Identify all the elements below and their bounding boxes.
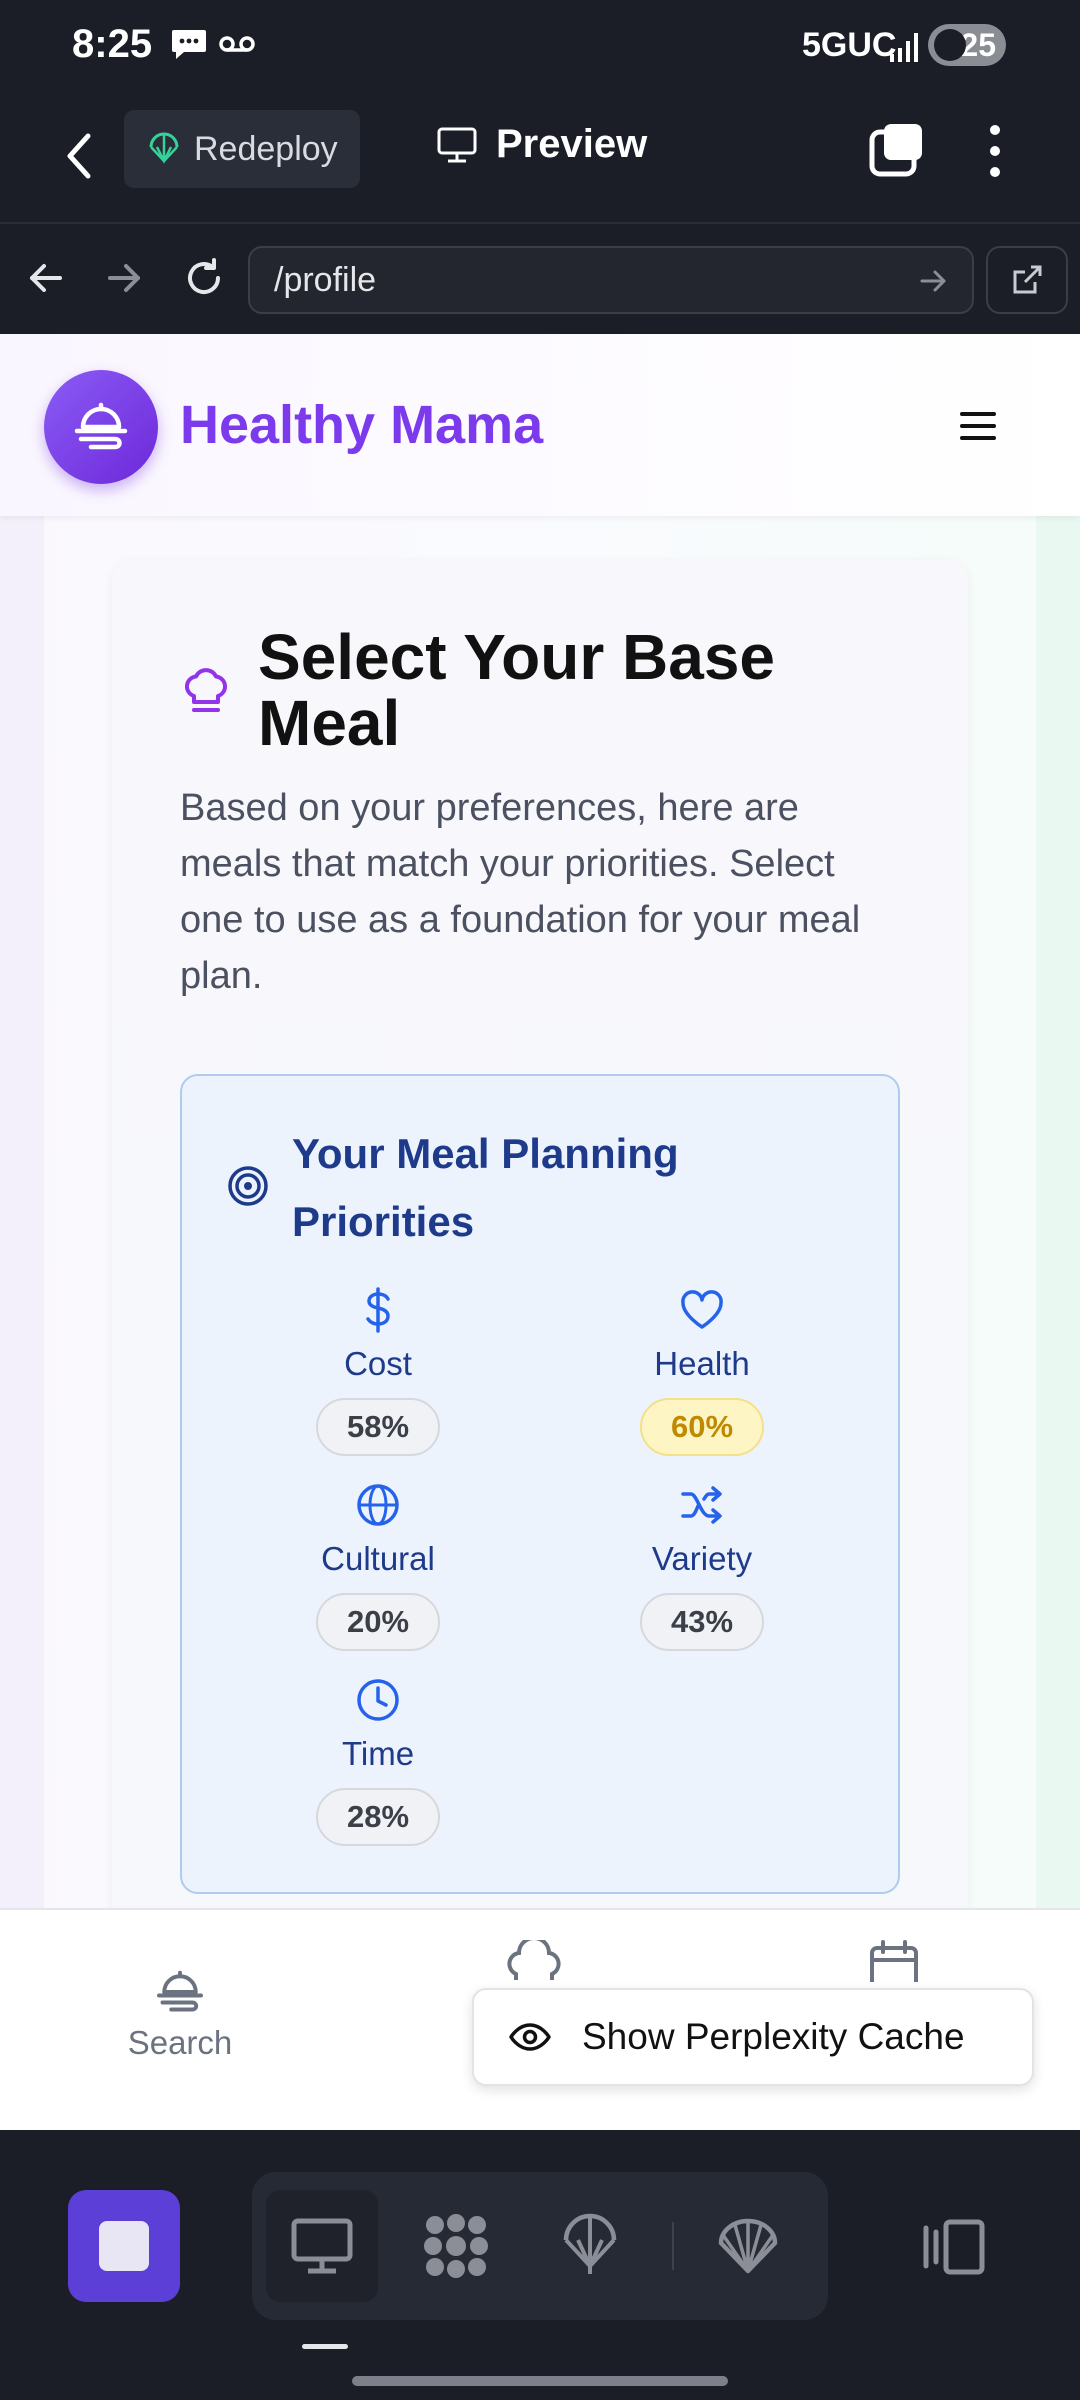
priority-health: Health 60% xyxy=(602,1282,802,1456)
priority-value-badge: 28% xyxy=(316,1788,440,1846)
calendar-icon[interactable] xyxy=(866,1938,922,1982)
dock-preview[interactable] xyxy=(266,2190,378,2302)
active-indicator xyxy=(302,2344,348,2349)
priority-cultural: Cultural 20% xyxy=(278,1477,478,1651)
go-arrow-icon[interactable] xyxy=(916,264,950,298)
dollar-icon xyxy=(366,1287,390,1333)
priorities-title: Your Meal Planning Priorities xyxy=(292,1130,679,1245)
shell-icon xyxy=(718,2218,778,2274)
home-indicator[interactable] xyxy=(352,2376,728,2386)
battery-saver-icon xyxy=(934,29,966,61)
battery-indicator: 25 xyxy=(928,24,1006,66)
logo[interactable] xyxy=(44,370,158,484)
monitor-icon xyxy=(291,2218,353,2274)
show-perplexity-cache-button[interactable]: Show Perplexity Cache xyxy=(472,1988,1034,2086)
network-label: 5GUC xyxy=(802,26,897,64)
blob-grid-icon xyxy=(424,2214,488,2278)
redeploy-button[interactable]: Redeploy xyxy=(124,110,360,188)
clock-icon xyxy=(357,1679,399,1721)
nav-forward-icon[interactable] xyxy=(102,256,146,300)
heart-icon xyxy=(681,1290,723,1329)
dock-tool-group xyxy=(252,2172,828,2320)
parachute-icon xyxy=(563,2213,617,2274)
priority-value-badge: 58% xyxy=(316,1398,440,1456)
priority-label: Cultural xyxy=(321,1540,435,1577)
more-vertical-icon[interactable] xyxy=(980,122,1010,180)
signal-icon xyxy=(890,33,918,62)
message-icon xyxy=(172,30,206,59)
url-row: /profile xyxy=(0,222,1080,334)
chef-hat-icon[interactable] xyxy=(506,1940,562,1980)
serving-dish-icon xyxy=(74,402,128,450)
priority-cost: Cost 58% xyxy=(278,1282,478,1456)
dock-deploy[interactable] xyxy=(534,2190,646,2302)
chef-hat-icon xyxy=(184,668,228,712)
serving-dish-icon xyxy=(157,1970,203,2012)
tabs-icon[interactable] xyxy=(868,122,926,180)
split-screen-icon[interactable] xyxy=(920,2218,986,2276)
eye-icon xyxy=(509,2023,551,2051)
parachute-icon xyxy=(149,132,179,164)
priority-time: Time 28% xyxy=(278,1672,478,1846)
nav-search-label: Search xyxy=(127,2024,233,2061)
stop-icon xyxy=(99,2221,149,2271)
preview-button[interactable]: Preview xyxy=(436,122,647,167)
reload-icon[interactable] xyxy=(180,254,228,302)
url-input[interactable]: /profile xyxy=(248,246,974,314)
priority-variety: Variety 43% xyxy=(602,1477,802,1651)
perplexity-label: Show Perplexity Cache xyxy=(582,2016,965,2057)
bottom-dock xyxy=(0,2130,1080,2400)
back-chevron-icon[interactable] xyxy=(56,126,106,186)
preview-label: Preview xyxy=(496,122,648,166)
hamburger-menu-icon[interactable] xyxy=(956,406,1000,446)
dock-agent[interactable] xyxy=(400,2190,512,2302)
site-header: Healthy Mama xyxy=(0,334,1080,516)
priority-value-badge: 20% xyxy=(316,1593,440,1651)
shuffle-icon xyxy=(681,1486,722,1524)
target-icon xyxy=(228,1166,268,1206)
web-page: Select Your Base Meal Based on your pref… xyxy=(0,334,1080,2130)
dock-separator xyxy=(672,2222,674,2270)
voicemail-icon xyxy=(219,36,255,52)
priority-label: Cost xyxy=(344,1345,412,1382)
dock-shell[interactable] xyxy=(692,2190,804,2302)
globe-icon xyxy=(357,1484,399,1526)
status-time: 8:25 xyxy=(72,22,153,66)
card-title: Select Your Base Meal xyxy=(258,621,775,759)
external-link-icon xyxy=(1013,265,1042,294)
nav-back-icon[interactable] xyxy=(24,256,68,300)
status-bar: 8:25 5GUC 25 xyxy=(0,0,1080,92)
priority-label: Health xyxy=(654,1345,750,1382)
priority-label: Time xyxy=(341,1735,415,1772)
priority-label: Variety xyxy=(651,1540,753,1577)
brand-name[interactable]: Healthy Mama xyxy=(180,394,543,456)
url-value: /profile xyxy=(274,260,377,299)
open-external-button[interactable] xyxy=(986,246,1068,314)
monitor-icon xyxy=(437,127,477,162)
priority-value-badge: 60% xyxy=(640,1398,764,1456)
stop-button[interactable] xyxy=(68,2190,180,2302)
card-description: Based on your preferences, here are meal… xyxy=(180,787,861,997)
nav-search[interactable]: Search xyxy=(80,1964,280,2062)
redeploy-label: Redeploy xyxy=(194,129,338,168)
priority-value-badge: 43% xyxy=(640,1593,764,1651)
app-toolbar: Redeploy Preview xyxy=(0,92,1080,222)
